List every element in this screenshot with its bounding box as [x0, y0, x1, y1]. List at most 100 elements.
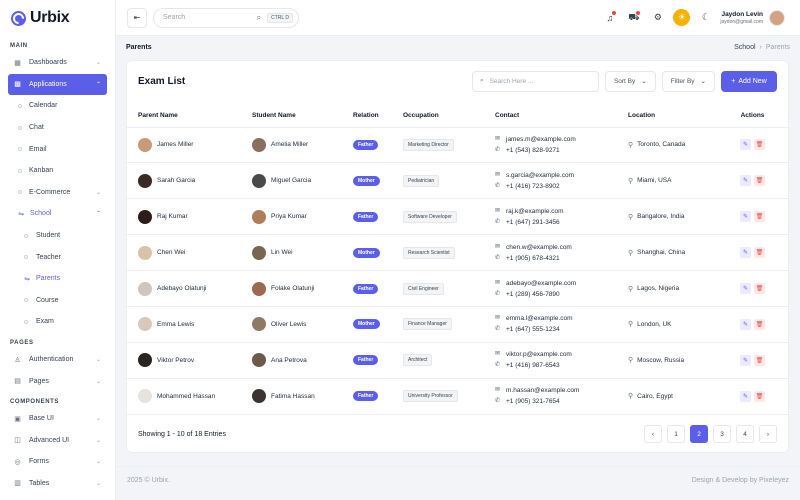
chevron-down-icon: ⌄ [95, 378, 101, 385]
actions-cell: ✎ 🗑 [725, 234, 788, 272]
page-button[interactable]: 4 [736, 425, 754, 443]
delete-button[interactable]: 🗑 [754, 139, 765, 151]
contact-email[interactable]: adebayo@example.com [506, 278, 576, 289]
actions-cell: ✎ 🗑 [725, 342, 788, 379]
column-header[interactable]: Relation [353, 105, 403, 128]
contact-email[interactable]: emma.l@example.com [506, 313, 573, 324]
trash-icon: 🗑 [755, 214, 764, 221]
notification-button[interactable]: ♫ [601, 9, 618, 26]
user-menu[interactable]: Jaydon Levin jaydon@gmail.com [720, 9, 785, 26]
pencil-icon: ✎ [742, 393, 749, 400]
settings-button[interactable]: ⚙ [649, 9, 666, 26]
mail-icon: ✉ [495, 243, 501, 250]
sidebar-item-school[interactable]: ⇋ School ⌃ [0, 203, 115, 225]
column-header[interactable]: Contact [495, 105, 628, 128]
sidebar-toggle-button[interactable]: ⇤ [127, 7, 147, 28]
contact-email[interactable]: s.garcia@example.com [506, 170, 574, 181]
page-button-active[interactable]: 2 [690, 425, 708, 443]
sidebar-item-forms[interactable]: ◎ Forms ⌄ [0, 451, 115, 473]
relation-cell: Father [353, 198, 403, 236]
edit-button[interactable]: ✎ [740, 175, 751, 187]
shortcut-badge: CTRL D [267, 12, 293, 23]
occupation-badge: Marketing Director [403, 138, 454, 151]
sort-by-dropdown[interactable]: Sort By ⌄ [604, 70, 656, 92]
gear-icon: ⚙ [653, 12, 662, 22]
sidebar-item-teacher[interactable]: Teacher [0, 246, 115, 268]
column-header[interactable]: Parent Name [127, 105, 252, 128]
sidebar-item-student[interactable]: Student [0, 225, 115, 247]
add-new-label: Add New [738, 77, 767, 85]
relation-badge: Father [353, 391, 379, 402]
sidebar-item-label: Exam [36, 318, 54, 326]
location-cell: ⚲ Cairo, Egypt [628, 378, 725, 415]
sidebar-item-dashboards[interactable]: ▦ Dashboards ⌄ [0, 52, 115, 74]
dark-mode-button[interactable]: ☾ [697, 9, 714, 26]
user-email: jaydon@gmail.com [720, 18, 763, 25]
filter-by-dropdown[interactable]: Filter By ⌄ [661, 70, 715, 92]
sidebar-item-base-ui[interactable]: ▣ Base UI ⌄ [0, 408, 115, 430]
occupation-badge: Architect [403, 354, 433, 367]
table-search-input[interactable]: ⌕ Search Here ... [471, 70, 599, 92]
sidebar-item-tables[interactable]: ▥ Tables ⌄ [0, 473, 115, 495]
sidebar-item-applications[interactable]: ▩ Applications ⌃ [8, 73, 107, 96]
mail-icon: ✉ [495, 135, 501, 142]
sidebar-item-label: Forms [29, 458, 49, 466]
location-cell: ⚲ London, UK [628, 306, 725, 343]
phone-icon: ✆ [495, 398, 501, 405]
delete-button[interactable]: 🗑 [754, 175, 765, 187]
delete-button[interactable]: 🗑 [754, 247, 765, 259]
contact-email[interactable]: chen.w@example.com [506, 242, 572, 253]
delete-button[interactable]: 🗑 [754, 354, 765, 366]
sidebar-item-authentication[interactable]: ♙ Authentication ⌄ [0, 349, 115, 371]
breadcrumb: School › Parents [734, 44, 790, 51]
sidebar-item-exam[interactable]: Exam [0, 311, 115, 333]
sidebar-item-pages[interactable]: ▤ Pages ⌄ [0, 370, 115, 392]
contact-email[interactable]: raj.k@example.com [506, 206, 564, 217]
bullet-icon [24, 255, 28, 260]
app-logo[interactable]: Urbix [0, 0, 115, 36]
column-header[interactable]: Location [628, 105, 725, 128]
sidebar-item-advanced-ui[interactable]: ◫ Advanced UI ⌄ [0, 430, 115, 452]
contact-email[interactable]: m.hassan@example.com [506, 385, 579, 396]
delete-button[interactable]: 🗑 [754, 211, 765, 223]
edit-button[interactable]: ✎ [740, 283, 751, 294]
bullet-icon [24, 298, 28, 303]
cart-button[interactable]: ⛟ [625, 9, 642, 26]
prev-page-button[interactable]: ‹ [644, 425, 662, 443]
header-search-input[interactable]: Search ⌕ CTRL D [153, 7, 299, 28]
delete-button[interactable]: 🗑 [754, 318, 765, 330]
light-mode-button[interactable]: ☀ [673, 9, 691, 26]
parent-name: Raj Kumar [157, 213, 188, 221]
breadcrumb-root[interactable]: School [734, 44, 755, 51]
delete-button[interactable]: 🗑 [754, 283, 765, 294]
page-button[interactable]: 1 [667, 425, 685, 443]
sidebar-item-email[interactable]: Email [0, 138, 115, 160]
occupation-cell: Marketing Director [403, 127, 495, 164]
edit-button[interactable]: ✎ [740, 247, 751, 259]
stack-icon: ◫ [14, 437, 21, 445]
edit-button[interactable]: ✎ [740, 139, 751, 151]
sidebar-item-course[interactable]: Course [0, 290, 115, 312]
sidebar-item-chat[interactable]: Chat [0, 117, 115, 139]
sidebar-item-parents[interactable]: ⇋ Parents [0, 268, 115, 290]
contact-email[interactable]: viktor.p@example.com [506, 349, 572, 360]
edit-button[interactable]: ✎ [740, 211, 751, 223]
page-button[interactable]: 3 [713, 425, 731, 443]
edit-button[interactable]: ✎ [740, 390, 751, 402]
sidebar-item-kanban[interactable]: Kanban [0, 160, 115, 182]
student-cell: Miguel Garcia [252, 162, 353, 200]
student-cell: Amelia Miller [252, 127, 353, 164]
sidebar-item-calendar[interactable]: Calendar [0, 95, 115, 117]
pencil-icon: ✎ [742, 142, 749, 149]
sidebar-item-ecommerce[interactable]: E-Commerce ⌄ [0, 182, 115, 204]
edit-button[interactable]: ✎ [740, 354, 751, 366]
column-header[interactable]: Occupation [403, 105, 495, 128]
sidebar-item-label: Advanced UI [29, 436, 70, 444]
map-pin-icon: ⚲ [628, 321, 634, 329]
next-page-button[interactable]: › [759, 425, 777, 443]
add-new-button[interactable]: + Add New [721, 70, 777, 92]
column-header[interactable]: Student Name [252, 105, 353, 128]
delete-button[interactable]: 🗑 [754, 390, 765, 402]
contact-email[interactable]: james.m@example.com [506, 134, 576, 145]
edit-button[interactable]: ✎ [740, 318, 751, 330]
